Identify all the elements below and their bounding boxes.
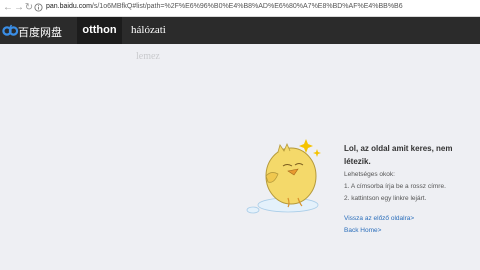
back-home-link[interactable]: Back Home> (344, 227, 381, 234)
chick-illustration (246, 139, 321, 214)
back-previous-link[interactable]: Vissza az előző oldalra> (344, 215, 414, 222)
brand-name[interactable]: 百度网盘 (18, 24, 62, 40)
tab-network[interactable]: hálózati (131, 24, 166, 36)
url-field[interactable]: pan.baidu.com/s/1o6MBfkQ#list/path=%2F%E… (46, 3, 403, 10)
reason-item: 1. A címsorba írja be a rossz címre. (344, 183, 446, 190)
reasons-heading: Lehetséges okok: (344, 171, 395, 178)
baidu-cloud-logo-icon[interactable] (2, 22, 19, 38)
tab-home[interactable]: otthon (77, 17, 122, 44)
lock-icon[interactable] (34, 3, 43, 12)
browser-address-bar: ← → ↻ pan.baidu.com/s/1o6MBfkQ#list/path… (0, 0, 480, 17)
reason-item: 2. kattintson egy linkre lejárt. (344, 195, 427, 202)
error-title: Lol, az oldal amit keres, nem létezik. (344, 144, 453, 166)
top-navigation-bar (0, 17, 480, 44)
subnav-disk-label[interactable]: lemez (136, 51, 160, 62)
